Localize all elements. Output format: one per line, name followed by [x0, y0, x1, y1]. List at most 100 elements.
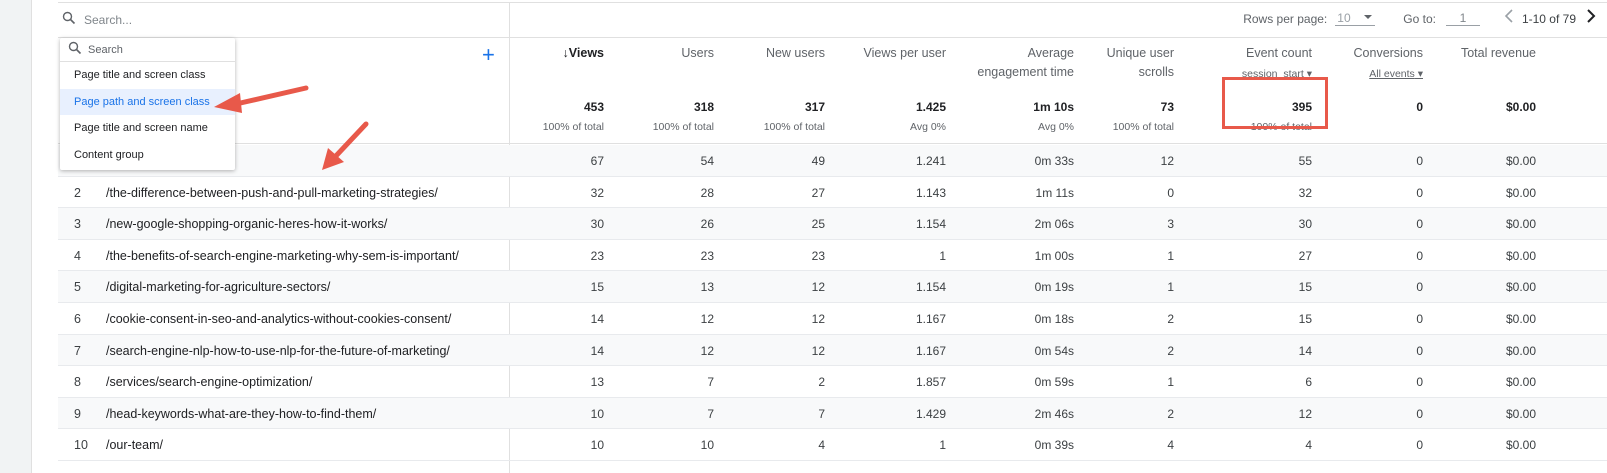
table-row[interactable]: 8/services/search-engine-optimization/13… [58, 366, 1607, 398]
cell-conv: 0 [1416, 406, 1423, 421]
goto-input[interactable]: 1 [1445, 11, 1480, 26]
dropdown-item-page-path-screen-class[interactable]: Page path and screen class [60, 88, 235, 115]
table-row[interactable]: 2/the-difference-between-push-and-pull-m… [58, 177, 1607, 209]
total-new-users-value: 317 [804, 100, 825, 114]
dropdown-search[interactable]: Search [60, 38, 235, 62]
cell-new_users: 23 [811, 248, 825, 263]
total-scrolls-sub: 100% of total [1112, 121, 1174, 133]
cell-scrolls: 2 [1167, 406, 1174, 421]
cell-scrolls: 4 [1167, 438, 1174, 453]
cell-events: 14 [1298, 343, 1312, 358]
cell-eng: 0m 19s [1034, 280, 1074, 295]
annotation-highlight-box [1222, 77, 1328, 129]
cell-scrolls: 12 [1160, 154, 1174, 168]
conversions-filter[interactable]: All events ▾ [1338, 65, 1423, 84]
cell-users: 10 [700, 438, 714, 453]
col-avg-engagement[interactable]: Average engagement time [958, 44, 1074, 82]
cell-views: 23 [590, 248, 604, 263]
cell-rev: $0.00 [1505, 406, 1536, 421]
col-event-count-label: Event count [1245, 46, 1312, 60]
cell-conv: 0 [1416, 343, 1423, 358]
col-unique-scrolls[interactable]: Unique user scrolls [1098, 44, 1174, 82]
goto-label: Go to: [1403, 11, 1436, 26]
cell-vpu: 1.857 [915, 375, 946, 390]
cell-events: 6 [1305, 375, 1312, 390]
left-rail [0, 0, 32, 473]
cell-views: 30 [590, 217, 604, 232]
cell-conv: 0 [1416, 154, 1423, 168]
page-path: /head-keywords-what-are-they-how-to-find… [106, 406, 377, 421]
dropdown-item-page-title-screen-class[interactable]: Page title and screen class [60, 62, 235, 89]
table-row[interactable]: 67 54 49 1.241 0m 33s 12 55 0 $0.00 [58, 145, 1607, 177]
table-row[interactable]: 4/the-benefits-of-search-engine-marketin… [58, 240, 1607, 272]
cell-vpu: 1.154 [915, 217, 946, 232]
page-range: 1-10 of 79 [1521, 11, 1576, 26]
cell-users: 12 [700, 343, 714, 358]
col-total-revenue[interactable]: Total revenue [1448, 44, 1536, 63]
col-conversions[interactable]: Conversions All events ▾ [1338, 44, 1423, 84]
table-row[interactable]: 6/cookie-consent-in-seo-and-analytics-wi… [58, 303, 1607, 335]
total-users-sub: 100% of total [652, 121, 714, 133]
table-row[interactable]: 3/new-google-shopping-organic-heres-how-… [58, 208, 1607, 240]
col-avg-engagement-line1: Average [1027, 46, 1074, 60]
table-row[interactable]: 5/digital-marketing-for-agriculture-sect… [58, 271, 1607, 303]
table-search[interactable]: Search... [62, 11, 132, 28]
cell-rev: $0.00 [1505, 280, 1536, 295]
chevron-left-icon[interactable] [1504, 9, 1514, 28]
cell-views: 67 [590, 154, 604, 168]
cell-eng: 1m 11s [1035, 185, 1074, 200]
cell-conv: 0 [1416, 185, 1423, 200]
cell-rev: $0.00 [1505, 312, 1536, 326]
total-scrolls-value: 73 [1160, 100, 1174, 114]
total-users: 318 100% of total [644, 98, 714, 136]
search-icon [62, 11, 76, 28]
chevron-right-icon[interactable] [1586, 9, 1596, 28]
cell-vpu: 1.241 [915, 154, 946, 168]
col-new-users[interactable]: New users [738, 44, 825, 63]
cell-rev: $0.00 [1505, 248, 1536, 263]
total-new-users-sub: 100% of total [763, 121, 825, 133]
cell-eng: 0m 59s [1034, 375, 1074, 390]
rows-per-page-select[interactable]: 10 [1335, 11, 1376, 26]
cell-new_users: 12 [811, 312, 825, 326]
col-unique-scrolls-line1: Unique user [1106, 46, 1174, 60]
cell-users: 7 [707, 406, 714, 421]
table-toolbar: Search... Rows per page: 10 Go to: 1 1-1… [58, 2, 1607, 38]
cell-eng: 0m 39s [1034, 438, 1074, 453]
conversions-filter-value: All events [1369, 68, 1415, 80]
cell-events: 4 [1305, 438, 1312, 453]
cell-rev: $0.00 [1505, 375, 1536, 390]
total-unique-scrolls: 73 100% of total [1098, 98, 1174, 136]
cell-new_users: 2 [818, 375, 825, 390]
table-row[interactable]: 9/head-keywords-what-are-they-how-to-fin… [58, 397, 1607, 430]
dropdown-item-content-group[interactable]: Content group [60, 142, 235, 169]
cell-users: 13 [700, 280, 714, 295]
page-path: /services/search-engine-optimization/ [106, 375, 313, 390]
dropdown-search-placeholder: Search [88, 43, 123, 56]
cell-new_users: 49 [811, 154, 825, 168]
add-dimension-icon[interactable]: + [482, 42, 495, 68]
col-views-per-user[interactable]: Views per user [838, 44, 946, 63]
rows-per-page-value: 10 [1337, 11, 1351, 25]
row-index: 2 [74, 185, 81, 200]
cell-scrolls: 3 [1167, 217, 1174, 232]
col-users[interactable]: Users [644, 44, 714, 63]
total-new-users: 317 100% of total [738, 98, 825, 136]
table-row[interactable]: 7/search-engine-nlp-how-to-use-nlp-for-t… [58, 334, 1607, 367]
cell-events: 12 [1298, 406, 1312, 421]
col-views[interactable]: ↓Views [536, 44, 604, 63]
rows-per-page-label: Rows per page: [1243, 11, 1328, 26]
cell-users: 12 [700, 312, 714, 326]
cell-events: 15 [1298, 312, 1312, 326]
cell-users: 7 [707, 375, 714, 390]
total-vpu-sub: Avg 0% [910, 121, 946, 133]
cell-views: 14 [590, 343, 604, 358]
table-row[interactable]: 10/our-team/10 10 4 1 0m 39s 4 4 0 $0.00 [58, 429, 1607, 461]
pagination: Rows per page: 10 Go to: 1 1-10 of 79 [1243, 9, 1596, 28]
cell-rev: $0.00 [1505, 185, 1536, 200]
row-index: 10 [74, 438, 88, 453]
dropdown-item-page-title-screen-name[interactable]: Page title and screen name [60, 115, 235, 142]
cell-conv: 0 [1416, 248, 1423, 263]
caret-down-icon [1363, 11, 1373, 25]
cell-views: 10 [590, 438, 604, 453]
